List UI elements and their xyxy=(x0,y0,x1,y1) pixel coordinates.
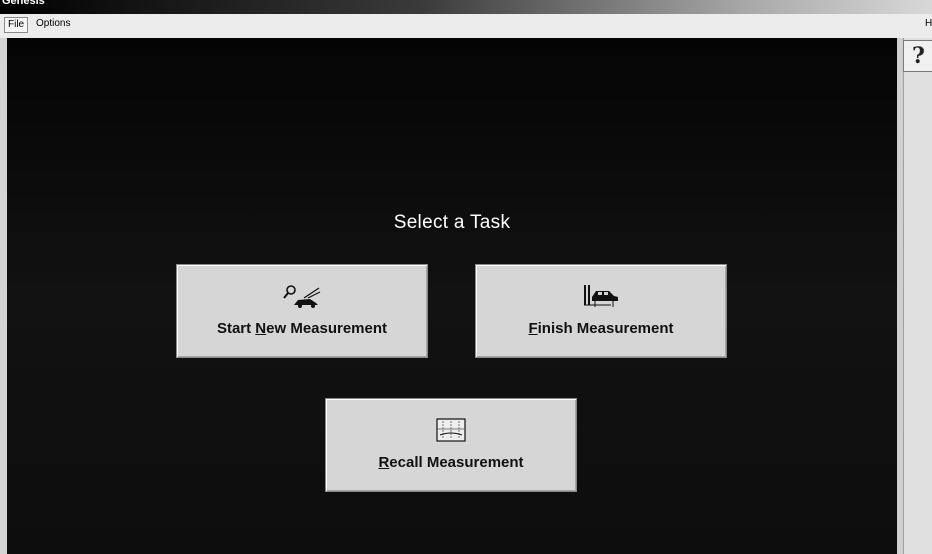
help-button[interactable]: ? xyxy=(903,40,932,72)
magnifier-car-icon xyxy=(283,285,321,308)
recall-measurement-button[interactable]: Recall Measurement xyxy=(325,398,577,492)
recall-measurement-label: Recall Measurement xyxy=(378,454,524,471)
start-new-measurement-label: Start New Measurement xyxy=(216,320,388,337)
menu-bar: File Options He xyxy=(0,14,932,38)
side-panel xyxy=(897,38,932,554)
car-lift-icon xyxy=(584,285,618,307)
start-new-measurement-button[interactable]: Start New Measurement xyxy=(176,264,428,358)
title-bar: Genesis xyxy=(0,0,932,14)
menu-options[interactable]: Options xyxy=(33,17,73,31)
side-panel-inner xyxy=(903,38,932,554)
window-title: Genesis xyxy=(2,0,45,7)
menu-file[interactable]: File xyxy=(4,17,29,33)
measurement-chart-icon xyxy=(436,418,466,442)
select-task-heading: Select a Task xyxy=(393,212,511,233)
finish-measurement-button[interactable]: Finish Measurement xyxy=(475,264,727,358)
finish-measurement-label: Finish Measurement xyxy=(528,320,674,337)
help-question-icon: ? xyxy=(912,43,925,69)
menu-help[interactable]: He xyxy=(922,17,932,31)
